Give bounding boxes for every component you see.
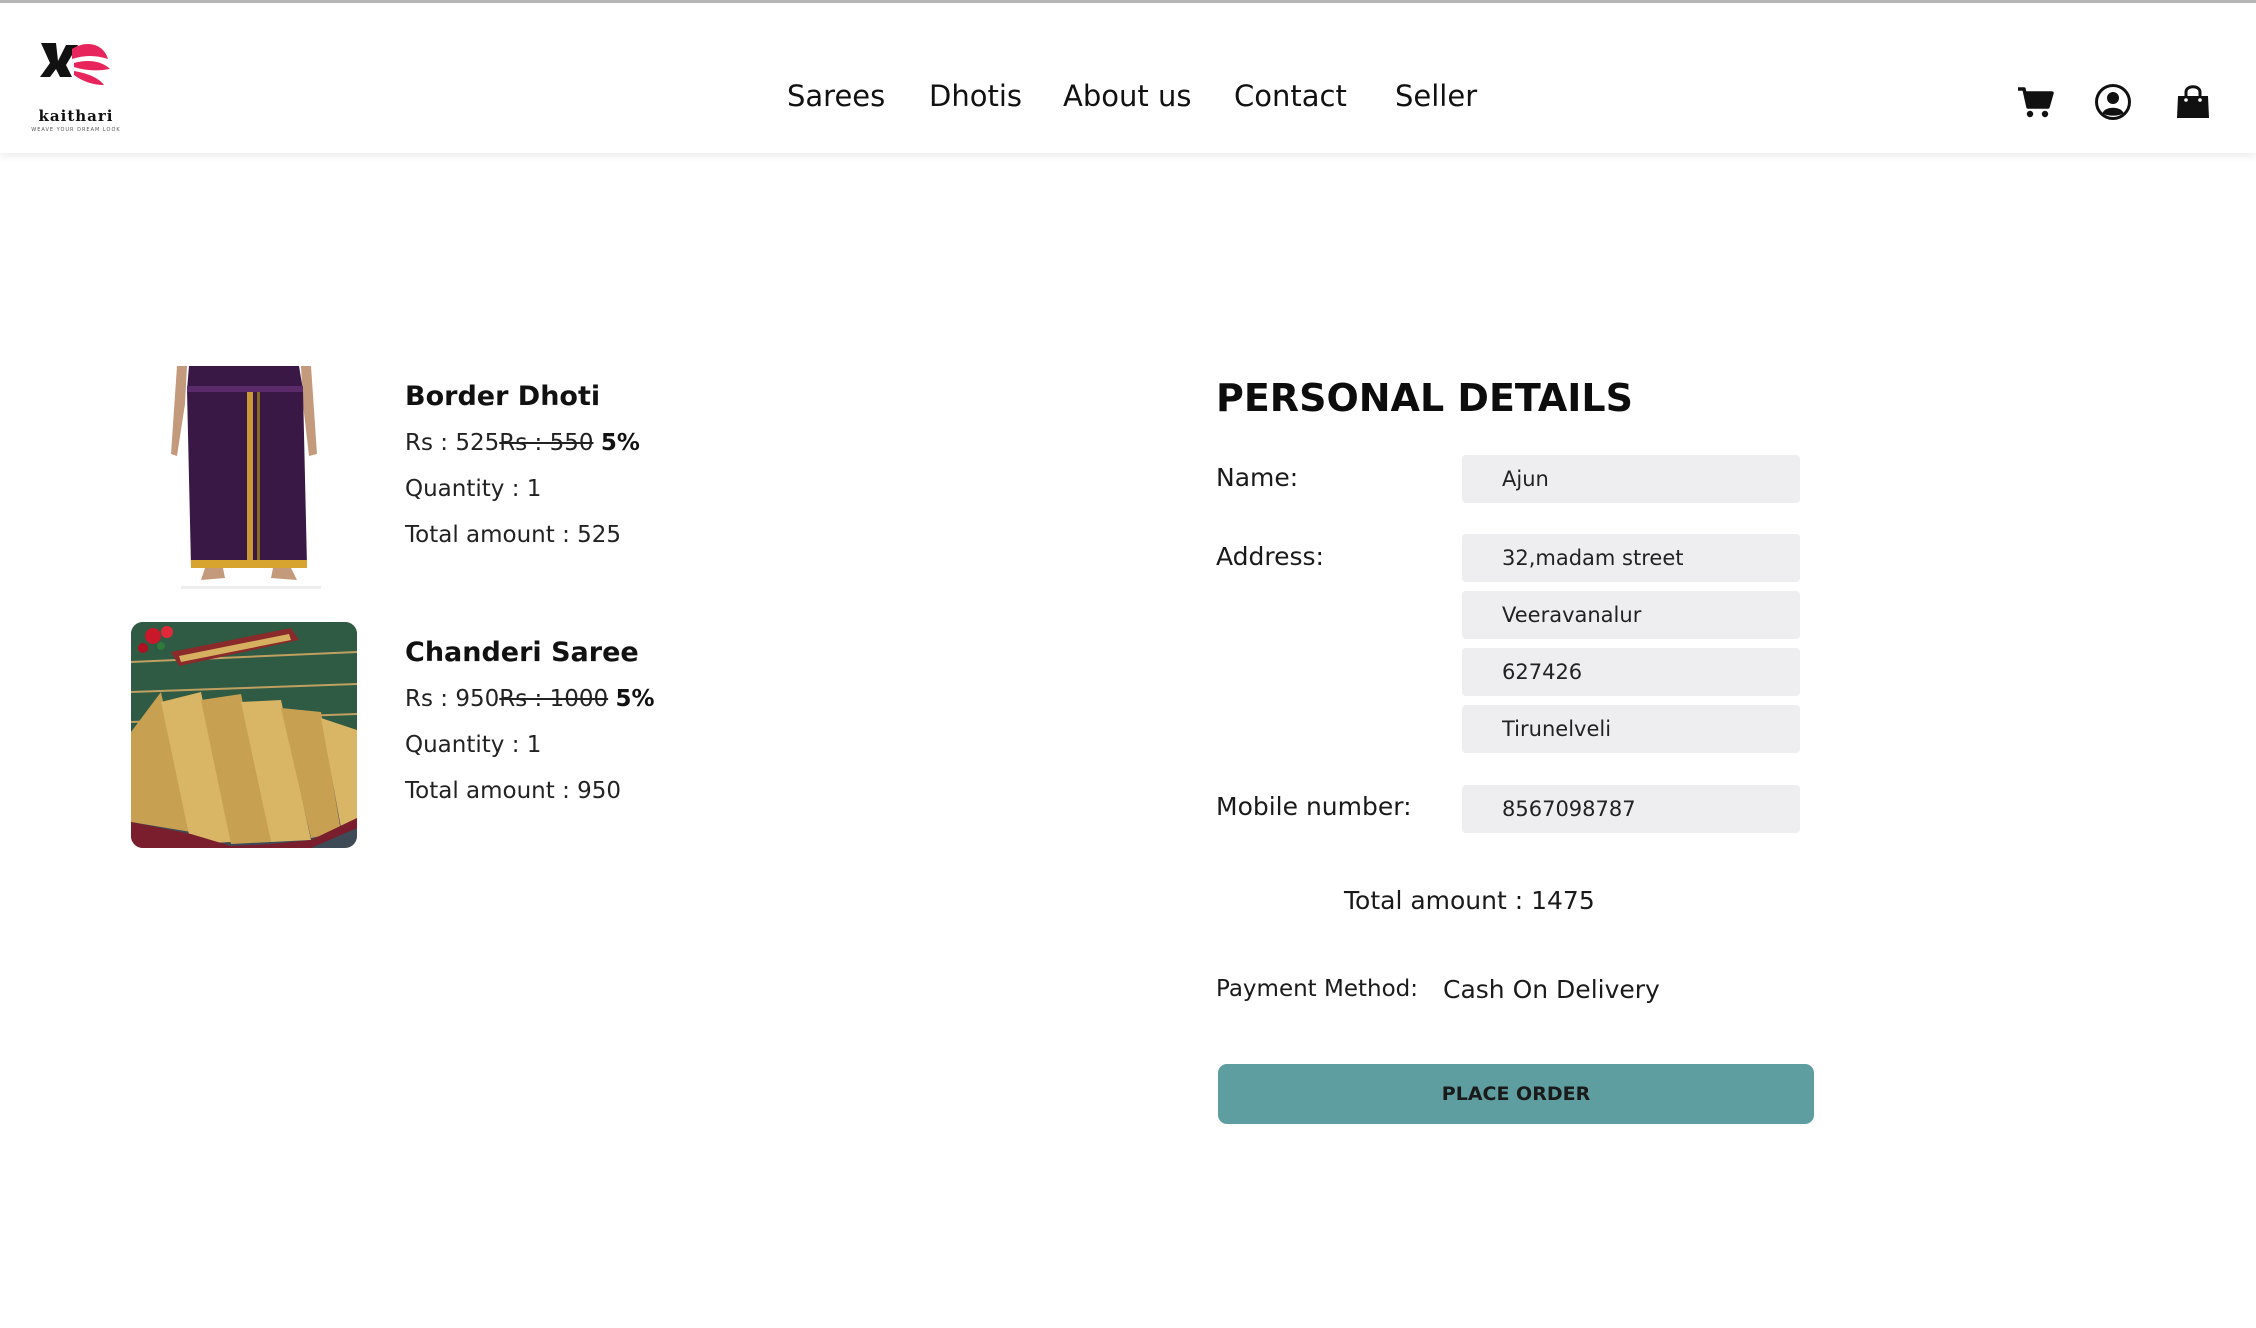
nav-sarees[interactable]: Sarees xyxy=(787,79,885,113)
chanderi-saree-image[interactable] xyxy=(131,622,357,848)
personal-details-title: PERSONAL DETAILS xyxy=(1216,376,1633,420)
old-price: Rs : 1000 xyxy=(499,686,609,712)
product-price: Rs : 525Rs : 550 5% xyxy=(405,430,640,456)
nav-dhotis[interactable]: Dhotis xyxy=(929,79,1022,113)
border-dhoti-image[interactable] xyxy=(131,366,357,592)
address-line-2-field[interactable] xyxy=(1462,591,1800,639)
product-name: Border Dhoti xyxy=(405,381,601,412)
brand-tagline: WEAVE YOUR DREAM LOOK xyxy=(31,127,121,133)
brand-logo[interactable]: kaithari WEAVE YOUR DREAM LOOK xyxy=(26,37,126,141)
pincode-field[interactable] xyxy=(1462,648,1800,696)
site-header: kaithari WEAVE YOUR DREAM LOOK Sarees Dh… xyxy=(0,3,2256,153)
current-price: Rs : 525 xyxy=(405,430,500,456)
nav-contact[interactable]: Contact xyxy=(1234,79,1347,113)
discount-badge: 5% xyxy=(615,686,655,712)
product-total: Total amount : 525 xyxy=(405,522,622,548)
city-field[interactable] xyxy=(1462,705,1800,753)
payment-method-value[interactable]: Cash On Delivery xyxy=(1443,975,1660,1004)
current-price: Rs : 950 xyxy=(405,686,500,712)
cart-icon[interactable] xyxy=(2016,83,2054,121)
payment-method-label: Payment Method: xyxy=(1216,976,1419,1002)
nav-seller[interactable]: Seller xyxy=(1395,79,1477,113)
logo-mark-icon xyxy=(40,43,110,85)
name-label: Name: xyxy=(1216,463,1299,492)
product-quantity: Quantity : 1 xyxy=(405,476,542,502)
shopping-bag-icon[interactable] xyxy=(2174,83,2212,121)
product-price: Rs : 950Rs : 1000 5% xyxy=(405,686,655,712)
name-field[interactable] xyxy=(1462,455,1800,503)
order-total: Total amount : 1475 xyxy=(1344,886,1595,915)
mobile-number-field[interactable] xyxy=(1462,785,1800,833)
product-total: Total amount : 950 xyxy=(405,778,622,804)
old-price: Rs : 550 xyxy=(499,430,594,456)
product-name: Chanderi Saree xyxy=(405,637,639,668)
address-label: Address: xyxy=(1216,542,1324,571)
address-line-1-field[interactable] xyxy=(1462,534,1800,582)
place-order-button[interactable]: PLACE ORDER xyxy=(1218,1064,1814,1124)
product-quantity: Quantity : 1 xyxy=(405,732,542,758)
brand-name: kaithari xyxy=(38,107,114,125)
nav-about-us[interactable]: About us xyxy=(1063,79,1191,113)
mobile-label: Mobile number: xyxy=(1216,792,1412,821)
discount-badge: 5% xyxy=(600,430,640,456)
user-account-icon[interactable] xyxy=(2094,83,2132,121)
